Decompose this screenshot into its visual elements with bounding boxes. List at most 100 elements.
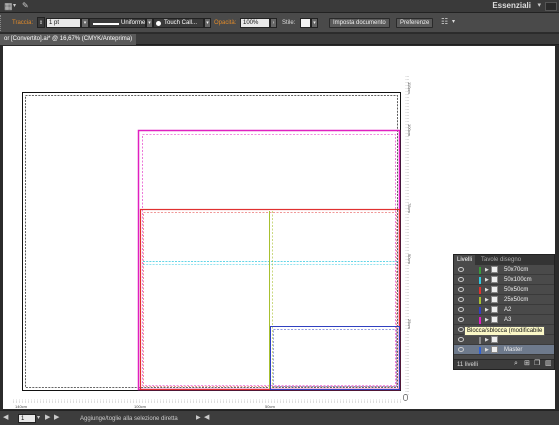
scroll-left-icon[interactable]: ◀ [204, 414, 209, 422]
expand-triangle-icon[interactable]: ▶ [485, 346, 489, 354]
expand-triangle-icon[interactable]: ▶ [485, 306, 489, 314]
layer-color-swatch [479, 297, 481, 304]
stroke-label[interactable]: Traccia: [12, 19, 33, 27]
ruler-label: 25cm [407, 319, 412, 329]
grip [0, 15, 2, 31]
stroke-line-icon [93, 23, 119, 25]
search-field[interactable] [545, 2, 557, 11]
layer-thumbnail [491, 296, 498, 303]
opacity-field[interactable]: 100% [240, 18, 270, 28]
last-page-icon[interactable]: ▶ [54, 414, 59, 422]
brush-value: Touch Call... [164, 20, 198, 26]
preferences-button[interactable]: Preferenze [396, 18, 434, 28]
opacity-label[interactable]: Opacità: [214, 19, 236, 27]
stroke-spinner-icon[interactable]: ⇕ [37, 17, 45, 28]
status-message: Aggiunge/toglie alla selezione diretta [80, 416, 178, 422]
locate-object-icon[interactable]: ⌕ [514, 360, 518, 368]
ruler-label: 50cm [407, 254, 412, 264]
stroke-profile-value: Uniforme [121, 20, 146, 26]
layer-thumbnail [491, 286, 498, 293]
layer-color-swatch [479, 267, 481, 274]
expand-triangle-icon[interactable]: ▶ [485, 276, 489, 284]
stroke-weight-field[interactable]: 1 pt [46, 18, 81, 28]
brush-select[interactable]: Touch Call... [153, 18, 204, 28]
eye-icon[interactable] [458, 317, 464, 322]
layer-name: 25x50cm [504, 297, 529, 303]
chevron-down-icon[interactable]: ▾ [311, 18, 318, 28]
artboard-a2-inner [273, 329, 397, 387]
tab-livelli[interactable]: Livelli [454, 255, 476, 265]
expand-triangle-icon[interactable]: ▶ [485, 296, 489, 304]
layer-color-swatch [479, 277, 481, 284]
layer-color-swatch [479, 307, 481, 314]
layer-thumbnail [491, 336, 498, 343]
artboard-master [22, 92, 401, 391]
next-page-icon[interactable]: ▶ [45, 414, 50, 422]
layer-thumbnail [491, 346, 498, 353]
trash-icon[interactable]: ▥ [545, 360, 552, 368]
panel-menu-icon[interactable]: ▾ [452, 18, 455, 26]
chevron-right-icon[interactable]: › [270, 18, 277, 28]
layer-count: 11 livelli [457, 362, 478, 368]
eye-icon[interactable] [458, 277, 464, 282]
expand-triangle-icon[interactable]: ▶ [485, 266, 489, 274]
layer-row[interactable]: ▶ 25x50cm [454, 295, 554, 305]
document-tabs: or [Convertito].ai* @ 16,67% (CMYK/Antep… [0, 34, 559, 45]
artboard-number-field[interactable]: 1 [18, 414, 36, 423]
layer-name: 50x70cm [504, 267, 529, 273]
tab-tavole-disegno[interactable]: Tavole disegno [478, 255, 524, 265]
layer-row[interactable]: ▶ A3 [454, 315, 554, 325]
eye-icon[interactable] [458, 337, 464, 342]
bridge-icon[interactable]: ✎ [22, 1, 29, 11]
layer-row-selected[interactable]: ▶ Master [454, 345, 554, 355]
tooltip: Blocca/sblocca (modificabile [464, 326, 546, 336]
expand-triangle-icon[interactable]: ▶ [485, 286, 489, 294]
ruler-label: 100cm [407, 124, 412, 137]
workspace-switcher[interactable]: Essenziali [492, 0, 531, 13]
style-swatch[interactable] [300, 18, 311, 28]
style-label: Stile: [282, 20, 296, 26]
layer-thumbnail [491, 306, 498, 313]
arrange-documents-icon[interactable]: ☷ [441, 18, 448, 26]
first-page-icon[interactable]: ◀ [3, 414, 8, 422]
eye-icon[interactable] [458, 307, 464, 312]
layers-panel-tabs: Livelli Tavole disegno [454, 255, 554, 265]
chevron-down-icon[interactable]: ▾ [37, 414, 40, 422]
status-menu-icon[interactable]: ▶ [196, 414, 201, 422]
chevron-down-icon[interactable]: ▾ [146, 18, 153, 28]
eye-icon[interactable] [458, 347, 464, 352]
eye-icon[interactable] [458, 297, 464, 302]
layer-row[interactable]: ▶ A2 [454, 305, 554, 315]
new-layer-icon[interactable]: ❐ [534, 360, 540, 368]
eye-icon[interactable] [458, 287, 464, 292]
layer-row[interactable]: ▶ [454, 335, 554, 345]
document-setup-button[interactable]: Imposta documento [329, 18, 390, 28]
layer-thumbnail [491, 266, 498, 273]
expand-triangle-icon[interactable]: ▶ [485, 336, 489, 344]
chevron-down-icon[interactable]: ▾ [13, 1, 16, 11]
expand-triangle-icon[interactable]: ▶ [485, 316, 489, 324]
layer-color-swatch [479, 347, 481, 354]
layer-name: Master [504, 347, 523, 353]
layer-row[interactable]: ▶ 50x100cm [454, 275, 554, 285]
chevron-down-icon[interactable]: ▾ [81, 18, 89, 28]
brush-dot-icon [156, 21, 161, 26]
layer-row[interactable]: ▶ 50x50cm [454, 285, 554, 295]
layer-name: 50x100cm [504, 277, 532, 283]
stroke-profile-select[interactable]: Uniforme [89, 18, 146, 28]
artboard-master-inner [25, 95, 398, 388]
eye-icon[interactable] [458, 267, 464, 272]
chevron-down-icon[interactable]: ▾ [204, 18, 211, 28]
layer-row[interactable]: ▶ 50x70cm [454, 265, 554, 275]
application-bar: ▦ ▾ ✎ Essenziali ▾ [0, 0, 559, 13]
ruler-label: 75cm [407, 203, 412, 213]
chevron-down-icon[interactable]: ▾ [537, 0, 541, 12]
layer-name: A2 [504, 307, 512, 313]
layer-thumbnail [491, 316, 498, 323]
layer-name: A3 [504, 317, 512, 323]
illustrator-window: ▦ ▾ ✎ Essenziali ▾ Traccia: ⇕ 1 pt ▾ Uni… [0, 0, 559, 425]
document-tab[interactable]: or [Convertito].ai* @ 16,67% (CMYK/Antep… [0, 34, 137, 45]
layout-icon[interactable]: ▦ [4, 1, 13, 11]
new-sublayer-icon[interactable]: ⊞ [524, 360, 530, 368]
control-bar: Traccia: ⇕ 1 pt ▾ Uniforme ▾ Touch Call.… [0, 13, 559, 33]
